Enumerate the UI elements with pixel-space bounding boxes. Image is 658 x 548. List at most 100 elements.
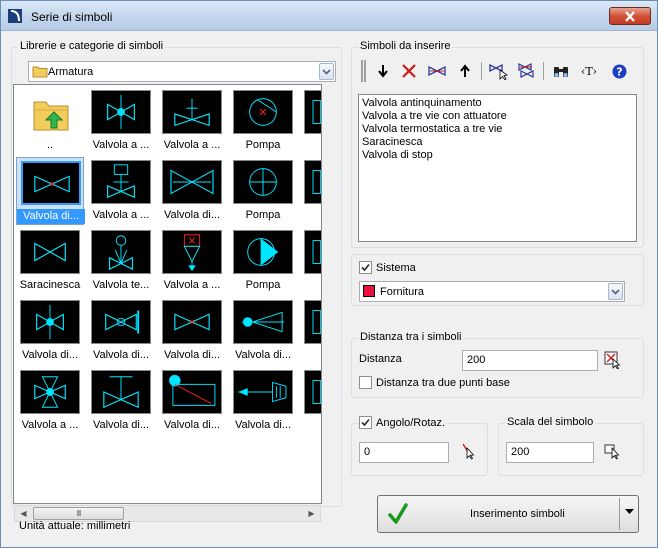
app-icon — [8, 9, 22, 23]
gallery-item[interactable]: Valvola di... — [16, 157, 85, 225]
gallery-item[interactable]: Valvola di... — [87, 297, 155, 365]
gallery-item-label: .. — [46, 139, 54, 151]
gallery-item[interactable]: Valvola di... — [158, 297, 226, 365]
pick-symbol-button[interactable] — [488, 60, 510, 82]
sistema-value: Fornitura — [380, 286, 425, 298]
gallery-item[interactable]: Valv — [300, 157, 321, 225]
gallery-item[interactable]: Valv — [300, 227, 321, 295]
move-down-button[interactable] — [372, 60, 394, 82]
scroll-left-button[interactable]: ◀ — [15, 506, 32, 521]
symbol-thumbnail — [20, 230, 80, 274]
two-points-check-box[interactable] — [359, 376, 372, 389]
gallery-item-label: Valvola di... — [92, 349, 150, 361]
gallery-item[interactable]: Pompa — [229, 87, 297, 155]
insert-symbols-label: Inserimento simboli — [470, 508, 565, 520]
symbol-icon — [247, 238, 279, 266]
folder-up-icon — [33, 101, 69, 131]
gallery-item-label: Valv — [300, 208, 321, 223]
pick-scale-icon[interactable] — [604, 442, 622, 460]
help-icon: ? — [612, 64, 626, 78]
symbol-icon — [34, 175, 70, 193]
sistema-dropdown-button[interactable] — [608, 283, 623, 300]
symbol-icon — [183, 234, 201, 272]
gallery-item[interactable]: Valvola a ... — [158, 87, 226, 155]
distance-input[interactable]: 200 — [462, 350, 598, 371]
move-up-button[interactable] — [454, 60, 476, 82]
gallery-item[interactable]: Valvola di... — [158, 367, 226, 435]
symbol-thumbnail — [233, 160, 293, 204]
text-tag-icon: ‹T› — [580, 64, 598, 78]
symbol-thumbnail — [91, 370, 151, 414]
list-item[interactable]: Valvola di stop — [362, 149, 633, 162]
symbol-icon — [103, 376, 139, 409]
list-item[interactable]: Valvola antinquinamento — [362, 97, 633, 110]
gallery-item[interactable]: Valvola di... — [16, 297, 84, 365]
angle-checkbox[interactable]: Angolo/Rotaz. — [359, 416, 448, 429]
gallery-item-parent-folder[interactable]: .. — [16, 87, 84, 155]
gallery-item-label: Valvola di... — [234, 349, 292, 361]
gallery-item[interactable]: Scon — [300, 367, 321, 435]
pick-angle-icon[interactable] — [461, 442, 479, 460]
gallery-item-label: Valvola di... — [163, 419, 221, 431]
category-combo[interactable]: Armatura — [28, 61, 336, 82]
close-button[interactable] — [609, 7, 651, 25]
sistema-checkbox[interactable]: Sistema — [359, 261, 416, 274]
two-points-checkbox[interactable]: Distanza tra due punti base — [359, 376, 510, 389]
gallery-item[interactable]: Valv — [300, 297, 321, 365]
insert-symbols-button[interactable]: Inserimento simboli — [377, 495, 639, 533]
unit-status: Unità attuale: millimetri — [19, 520, 131, 532]
gallery-item-label: Valvola di... — [17, 209, 85, 224]
gallery-item[interactable]: Valvola a ... — [158, 227, 226, 295]
gallery-item[interactable]: Valvola a ... — [87, 157, 155, 225]
gallery-item-label: Valvola a ... — [92, 139, 150, 151]
gallery-item[interactable]: Pompa — [229, 227, 297, 295]
dialog-client: Librerie e categorie di simboli Armatura… — [6, 32, 652, 544]
delete-button[interactable] — [398, 60, 420, 82]
gallery-item[interactable]: Valvola a ... — [87, 87, 155, 155]
gallery-item-label: Valv — [300, 348, 321, 363]
scroll-right-button[interactable]: ▶ — [303, 506, 320, 521]
sistema-check-box[interactable] — [359, 261, 372, 274]
gallery-item[interactable]: Saracinesca — [16, 227, 84, 295]
folder-icon — [32, 66, 48, 78]
gallery-item[interactable]: Valv — [300, 87, 321, 155]
gallery-item[interactable]: Valvola di... — [229, 297, 297, 365]
category-dropdown-button[interactable] — [319, 63, 334, 80]
angle-check-box[interactable] — [359, 416, 372, 429]
symbol-icon — [105, 310, 140, 334]
gallery-item-label: Valvola di... — [92, 419, 150, 431]
symbol-thumbnail — [233, 230, 293, 274]
angle-input[interactable]: 0 — [359, 442, 449, 463]
list-item[interactable]: Saracinesca — [362, 136, 633, 149]
gallery-item-label: Valv — [300, 138, 321, 153]
scroll-thumb[interactable]: III — [33, 507, 124, 520]
insert-list[interactable]: Valvola antinquinamento Valvola a tre vie… — [358, 94, 637, 242]
green-check-icon — [388, 503, 408, 524]
pick-multiple-button[interactable] — [516, 60, 538, 82]
gallery-item[interactable]: Pompa — [229, 157, 297, 225]
scale-input[interactable]: 200 — [506, 442, 594, 463]
gallery-item[interactable]: Valvola di... — [87, 367, 155, 435]
help-button[interactable]: ? — [608, 60, 630, 82]
symbol-icon — [174, 98, 210, 127]
title-bar: Serie di simboli — [1, 1, 657, 31]
distance-label: Distanza — [359, 353, 402, 365]
toolbar-grip[interactable] — [361, 60, 366, 82]
gallery-item[interactable]: Valvola di... — [158, 157, 226, 225]
sistema-combo[interactable]: Fornitura — [359, 281, 625, 302]
toolbar-separator — [543, 62, 544, 80]
gallery-item[interactable]: Valvola di... — [229, 367, 297, 435]
gallery-item[interactable]: Valvola te... — [87, 227, 155, 295]
insert-text-button[interactable]: ‹T› — [576, 60, 602, 82]
list-item[interactable]: Valvola termostatica a tre vie — [362, 123, 633, 136]
dropdown-arrow-icon[interactable] — [625, 509, 634, 515]
arrow-down-icon — [378, 65, 388, 78]
symbol-gallery[interactable]: .. Valvola a ... Valvola a ... Pompa Valv Val… — [13, 84, 322, 504]
symbol-thumbnail — [20, 370, 80, 414]
gallery-item[interactable]: Valvola a ... — [16, 367, 84, 435]
pick-distance-icon[interactable] — [604, 351, 622, 369]
replace-symbol-button[interactable] — [426, 60, 448, 82]
gallery-item-label: Valvola di... — [21, 349, 79, 361]
find-button[interactable] — [550, 60, 572, 82]
list-item[interactable]: Valvola a tre vie con attuatore — [362, 110, 633, 123]
